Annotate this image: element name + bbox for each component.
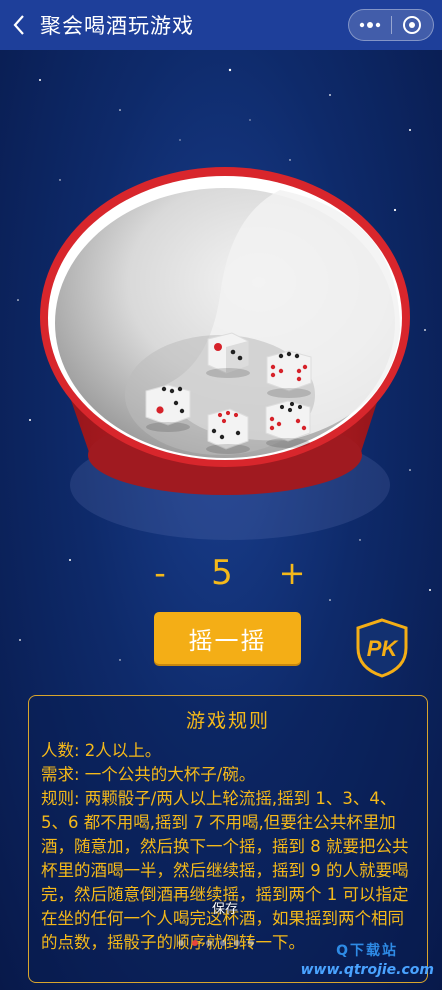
shake-button[interactable]: 摇一摇 <box>154 612 301 664</box>
rules-requirement-line: 需求: 一个公共的大杯子/碗。 <box>41 765 256 784</box>
rules-title: 游戏规则 <box>185 710 270 732</box>
die <box>265 400 311 448</box>
page-dot <box>248 940 254 946</box>
die <box>206 408 250 454</box>
rules-description-line: 规则: 两颗骰子/两人以上轮流摇,摇到 1、3、4、5、6 都不用喝,摇到 7 … <box>41 789 409 952</box>
save-overlay-label[interactable]: 保存 <box>212 898 238 917</box>
watermark: Q下载站 www.qtrojie.com <box>301 940 434 986</box>
page-indicator <box>178 940 254 946</box>
increase-button[interactable]: + <box>270 548 314 598</box>
pk-button[interactable]: PK <box>352 616 412 680</box>
app-header: 聚会喝酒玩游戏 <box>0 0 442 50</box>
close-button[interactable] <box>391 10 433 40</box>
die <box>145 384 191 432</box>
pk-label: PK <box>367 636 400 661</box>
watermark-url: www.qtrojie.com <box>300 962 434 978</box>
decrease-button[interactable]: - <box>140 548 180 598</box>
page-dot-active <box>192 940 198 946</box>
more-button[interactable] <box>349 10 391 40</box>
dice-bowl[interactable] <box>30 155 420 555</box>
chevron-left-icon <box>13 15 24 35</box>
die <box>206 332 250 378</box>
more-dots-icon <box>359 22 380 28</box>
rules-body: 人数: 2人以上。 需求: 一个公共的大杯子/碗。 规则: 两颗骰子/两人以上轮… <box>29 733 427 955</box>
page-dot <box>220 940 226 946</box>
page-title: 聚会喝酒玩游戏 <box>40 14 194 38</box>
page-dot <box>234 940 240 946</box>
rules-players-line: 人数: 2人以上。 <box>41 741 162 760</box>
page-dot <box>206 940 212 946</box>
dice-count-stepper: - 5 + <box>0 548 442 598</box>
back-button[interactable] <box>2 0 36 50</box>
target-circle-icon <box>403 16 422 34</box>
pk-shield-icon: PK <box>356 618 408 678</box>
die <box>266 350 312 398</box>
mini-program-capsule <box>348 9 434 41</box>
watermark-name: Q下载站 <box>336 943 398 959</box>
page-dot <box>178 940 184 946</box>
dice-count-value: 5 <box>211 553 233 593</box>
